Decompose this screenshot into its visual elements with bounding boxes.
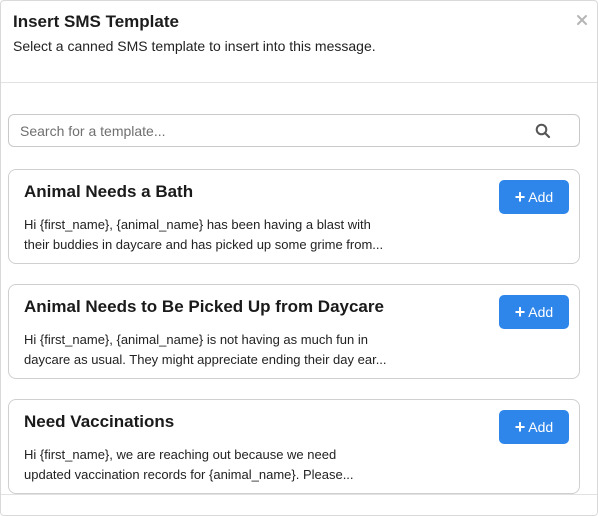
add-button-label: Add <box>528 304 554 320</box>
template-preview: Hi {first_name}, {animal_name} has been … <box>24 215 444 255</box>
template-preview: Hi {first_name}, we are reaching out bec… <box>24 445 444 485</box>
add-button-label: Add <box>528 189 554 205</box>
template-preview-line: Hi {first_name}, we are reaching out bec… <box>24 447 337 462</box>
search-icon[interactable] <box>535 123 551 139</box>
close-button[interactable] <box>575 13 589 27</box>
template-preview-line: their buddies in daycare and has picked … <box>24 237 384 252</box>
insert-sms-template-modal: Insert SMS Template Select a canned SMS … <box>0 0 598 516</box>
add-button-label: Add <box>528 419 554 435</box>
template-title: Animal Needs a Bath <box>24 182 194 201</box>
modal-header: Insert SMS Template Select a canned SMS … <box>1 1 597 83</box>
template-preview-line: Hi {first_name}, {animal_name} is not ha… <box>24 332 368 347</box>
add-template-button[interactable]: + Add <box>499 180 569 214</box>
plus-icon: + <box>514 187 526 207</box>
template-preview-line: Hi {first_name}, {animal_name} has been … <box>24 217 371 232</box>
plus-icon: + <box>514 417 526 437</box>
search-input[interactable] <box>9 115 529 146</box>
add-template-button[interactable]: + Add <box>499 410 569 444</box>
add-template-button[interactable]: + Add <box>499 295 569 329</box>
template-title: Animal Needs to Be Picked Up from Daycar… <box>24 297 384 316</box>
template-search <box>8 114 580 147</box>
modal-body[interactable]: Animal Needs a Bath Hi {first_name}, {an… <box>1 84 597 494</box>
plus-icon: + <box>514 302 526 322</box>
close-icon <box>575 13 589 27</box>
template-preview: Hi {first_name}, {animal_name} is not ha… <box>24 330 444 370</box>
modal-footer <box>1 494 597 515</box>
template-preview-line: updated vaccination records for {animal_… <box>24 467 354 482</box>
modal-title: Insert SMS Template <box>13 12 179 31</box>
template-title: Need Vaccinations <box>24 412 175 431</box>
template-card: Animal Needs a Bath Hi {first_name}, {an… <box>8 169 580 264</box>
template-card: Animal Needs to Be Picked Up from Daycar… <box>8 284 580 379</box>
template-preview-line: daycare as usual. They might appreciate … <box>24 352 387 367</box>
modal-subtitle: Select a canned SMS template to insert i… <box>13 38 376 54</box>
template-card: Need Vaccinations Hi {first_name}, we ar… <box>8 399 580 494</box>
